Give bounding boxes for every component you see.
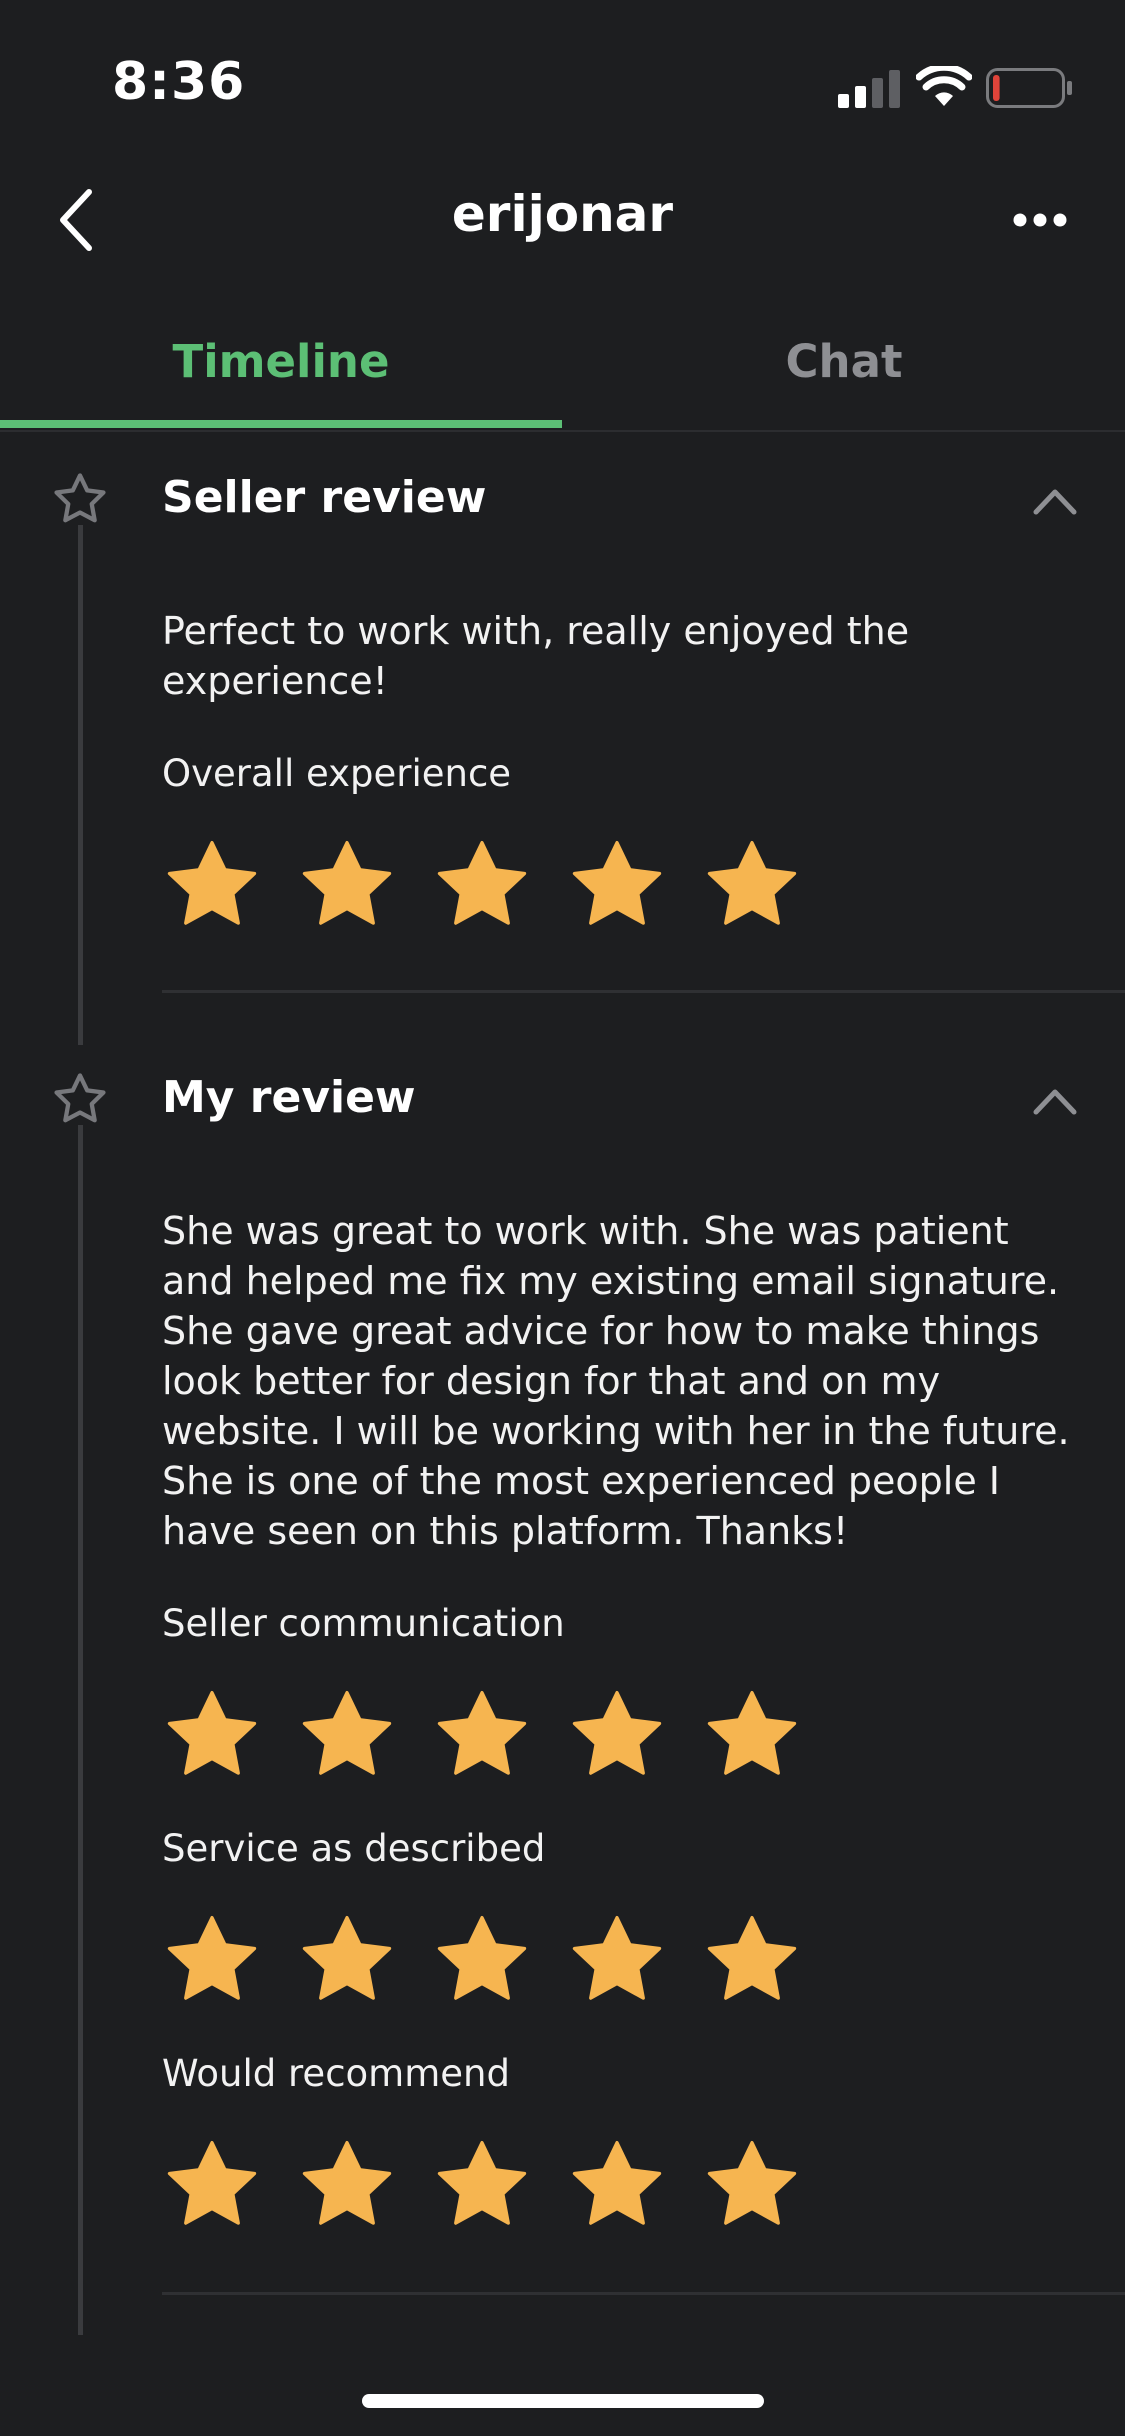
my-review-header[interactable]: My review <box>0 1050 1125 1150</box>
star-filled-icon <box>302 1916 392 2000</box>
tab-bar: Timeline Chat <box>0 300 1125 432</box>
star-filled-icon <box>572 841 662 925</box>
star-rating <box>162 1911 802 2011</box>
chevron-up-icon[interactable] <box>1030 480 1080 520</box>
star-filled-icon <box>167 841 257 925</box>
star-filled-icon <box>437 2141 527 2225</box>
battery-low-icon <box>986 68 1072 108</box>
star-filled-icon <box>707 1916 797 2000</box>
seller-review-text: Perfect to work with, really enjoyed the… <box>162 609 910 703</box>
star-filled-icon <box>437 1691 527 1775</box>
star-filled-icon <box>302 2141 392 2225</box>
chevron-up-icon[interactable] <box>1030 1080 1080 1120</box>
timeline-line <box>78 525 83 1045</box>
my-review-title: My review <box>162 1072 416 1123</box>
star-filled-icon <box>707 2141 797 2225</box>
tab-timeline[interactable]: Timeline <box>0 300 562 422</box>
star-outline-icon <box>54 473 106 523</box>
star-rating <box>162 836 802 936</box>
active-tab-indicator <box>0 420 562 428</box>
page-title: erijonar <box>451 185 674 243</box>
star-filled-icon <box>302 841 392 925</box>
wifi-icon <box>916 66 972 106</box>
star-filled-icon <box>572 1691 662 1775</box>
my-review-text: She was great to work with. She was pati… <box>162 1209 1070 1553</box>
star-rating <box>162 2136 802 2236</box>
more-button[interactable] <box>1000 190 1080 250</box>
star-filled-icon <box>437 1916 527 2000</box>
rating-label-would-recommend: Would recommend <box>162 2052 510 2095</box>
section-divider <box>162 2292 1125 2295</box>
more-horizontal-icon <box>1013 213 1067 227</box>
home-indicator <box>362 2394 764 2408</box>
star-outline-icon <box>54 1073 106 1123</box>
seller-review-header[interactable]: Seller review <box>0 450 1125 550</box>
rating-label-overall-experience: Overall experience <box>162 752 512 795</box>
status-time: 8:36 <box>112 52 246 112</box>
rating-label-seller-communication: Seller communication <box>162 1602 565 1645</box>
star-filled-icon <box>167 1916 257 2000</box>
cellular-signal-icon <box>838 70 900 108</box>
nav-bar: erijonar <box>0 160 1125 270</box>
star-filled-icon <box>302 1691 392 1775</box>
star-filled-icon <box>572 1916 662 2000</box>
rating-label-service-as-described: Service as described <box>162 1827 546 1870</box>
star-filled-icon <box>167 1691 257 1775</box>
star-filled-icon <box>707 1691 797 1775</box>
status-bar: 8:36 <box>0 0 1125 140</box>
star-rating <box>162 1686 802 1786</box>
tab-chat[interactable]: Chat <box>563 300 1125 422</box>
star-filled-icon <box>437 841 527 925</box>
star-filled-icon <box>707 841 797 925</box>
seller-review-title: Seller review <box>162 472 487 523</box>
section-divider <box>162 990 1125 993</box>
timeline-line <box>78 1125 83 2335</box>
star-filled-icon <box>572 2141 662 2225</box>
star-filled-icon <box>167 2141 257 2225</box>
